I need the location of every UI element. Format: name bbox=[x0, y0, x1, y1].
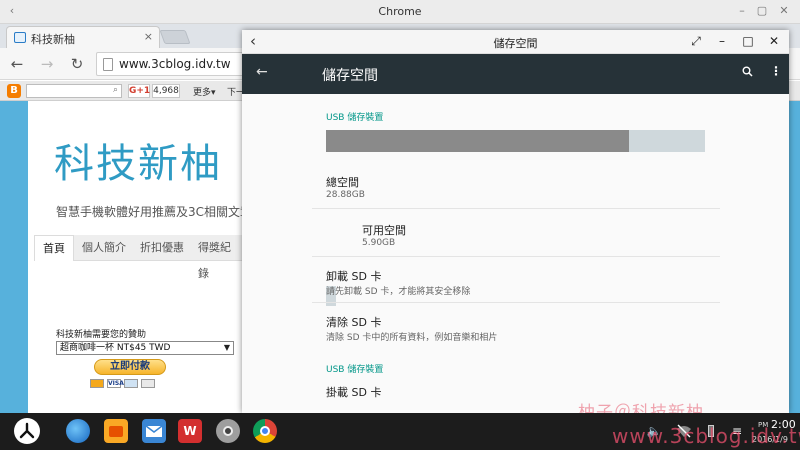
pay-now-button[interactable]: 立即付款 bbox=[94, 359, 166, 375]
reload-icon[interactable]: ↻ bbox=[68, 55, 86, 73]
search-icon[interactable] bbox=[742, 66, 753, 80]
storage-usage-bar bbox=[326, 130, 705, 152]
available-space-title: 可用空間 bbox=[362, 224, 406, 237]
site-nav: 首頁 個人簡介 折扣優惠 得獎紀錄 bbox=[34, 235, 242, 280]
close-icon[interactable]: ✕ bbox=[776, 3, 792, 19]
url-text: www.3cblog.idv.tw bbox=[119, 57, 231, 71]
storage-used-fill bbox=[326, 130, 630, 152]
watermark-url: www.3cblog.idv.tw bbox=[612, 424, 800, 448]
settings-app-bar: ← 儲存空間 ⋮ bbox=[242, 54, 789, 94]
chrome-window-title: Chrome bbox=[378, 5, 422, 18]
blogger-logo-icon[interactable]: B bbox=[7, 84, 21, 98]
browser-globe-icon[interactable] bbox=[66, 419, 90, 443]
nav-tab-home[interactable]: 首頁 bbox=[34, 235, 74, 261]
dropdown-arrow-icon: ▼ bbox=[223, 343, 230, 352]
minimize-icon[interactable]: – bbox=[734, 3, 750, 19]
favicon-icon bbox=[14, 32, 26, 43]
total-space-value: 28.88GB bbox=[326, 190, 365, 200]
total-space-title: 總空間 bbox=[326, 176, 359, 189]
mount-sd-title[interactable]: 掛載 SD 卡 bbox=[326, 384, 381, 400]
maximize-icon[interactable]: ▢ bbox=[754, 3, 770, 19]
nav-tab-profile[interactable]: 個人簡介 bbox=[74, 235, 134, 261]
address-bar[interactable]: www.3cblog.idv.tw bbox=[96, 52, 246, 76]
gplus-count: 4,968 bbox=[152, 84, 180, 98]
search-icon[interactable]: ⌕ bbox=[113, 85, 118, 95]
erase-sd-subtitle: 清除 SD 卡中的所有資料，例如音樂和相片 bbox=[326, 333, 498, 343]
settings-body: USB 儲存裝置 總空間 28.88GB 可用空間 5.90GB 卸載 SD 卡… bbox=[242, 94, 789, 413]
sponsor-amount-select[interactable]: 超商咖啡一杯 NT$45 TWD ▼ bbox=[56, 341, 234, 355]
usb-storage-header: USB 儲存裝置 bbox=[326, 113, 384, 123]
unmount-sd-subtitle: 請先卸載 SD 卡，才能將其安全移除 bbox=[326, 287, 471, 297]
back-arrow-icon[interactable]: ← bbox=[256, 64, 268, 80]
start-icon[interactable] bbox=[14, 418, 40, 444]
maximize-icon[interactable]: □ bbox=[740, 33, 756, 49]
available-space-value: 5.90GB bbox=[362, 238, 396, 248]
back-arrow-icon[interactable]: ← bbox=[8, 55, 26, 73]
sponsor-option: 超商咖啡一杯 NT$45 TWD bbox=[60, 343, 171, 353]
blog-search-input[interactable]: ⌕ bbox=[26, 84, 122, 98]
usb-storage-header-2: USB 儲存裝置 bbox=[326, 365, 384, 375]
settings-window-title: 儲存空間 bbox=[493, 37, 538, 50]
gplus-button[interactable]: G+1 bbox=[128, 84, 150, 98]
settings-gear-icon[interactable] bbox=[216, 419, 240, 443]
erase-sd-title[interactable]: 清除 SD 卡 bbox=[326, 314, 381, 330]
overflow-menu-icon[interactable]: ⋮ bbox=[770, 64, 782, 78]
new-tab-button[interactable] bbox=[159, 30, 191, 44]
site-title[interactable]: 科技新柚 bbox=[54, 131, 222, 189]
divider bbox=[312, 302, 720, 303]
tab-3cblog[interactable]: 科技新柚 × bbox=[6, 26, 160, 48]
nav-tab-discounts[interactable]: 折扣優惠 bbox=[132, 235, 192, 261]
amex-icon bbox=[124, 379, 138, 388]
tab-title: 科技新柚 bbox=[31, 33, 75, 46]
fullscreen-icon[interactable]: ⤢ bbox=[688, 33, 704, 49]
bank-icon bbox=[141, 379, 155, 388]
email-icon[interactable] bbox=[142, 419, 166, 443]
nav-tab-awards[interactable]: 得獎紀錄 bbox=[190, 235, 242, 280]
divider bbox=[312, 256, 720, 257]
more-menu[interactable]: 更多▾ bbox=[193, 85, 216, 98]
visa-icon: VISA bbox=[107, 379, 124, 388]
chrome-titlebar: ‹ Chrome – ▢ ✕ bbox=[0, 0, 800, 24]
divider bbox=[312, 208, 720, 209]
files-icon[interactable] bbox=[104, 419, 128, 443]
page-content: 科技新柚 智慧手機軟體好用推薦及3C相關文章 首頁 個人簡介 折扣優惠 得獎紀錄… bbox=[28, 101, 252, 413]
storage-settings-window: ‹ 儲存空間 ⤢ – □ ✕ ← 儲存空間 ⋮ USB 儲存裝置 總空間 28.… bbox=[242, 30, 789, 413]
settings-page-title: 儲存空間 bbox=[322, 68, 378, 84]
tab-close-icon[interactable]: × bbox=[144, 30, 153, 43]
mastercard-icon bbox=[90, 379, 104, 388]
close-icon[interactable]: ✕ bbox=[766, 33, 782, 49]
settings-titlebar: ‹ 儲存空間 ⤢ – □ ✕ bbox=[242, 30, 789, 54]
forward-arrow-icon[interactable]: → bbox=[38, 55, 56, 73]
chrome-icon[interactable] bbox=[253, 419, 277, 443]
sponsor-label: 科技新柚需要您的贊助 bbox=[56, 330, 147, 340]
page-icon bbox=[103, 58, 113, 71]
unmount-sd-title[interactable]: 卸載 SD 卡 bbox=[326, 268, 381, 284]
site-tagline: 智慧手機軟體好用推薦及3C相關文章 bbox=[56, 205, 253, 219]
wps-office-icon[interactable]: W bbox=[178, 419, 202, 443]
minimize-icon[interactable]: – bbox=[714, 33, 730, 49]
